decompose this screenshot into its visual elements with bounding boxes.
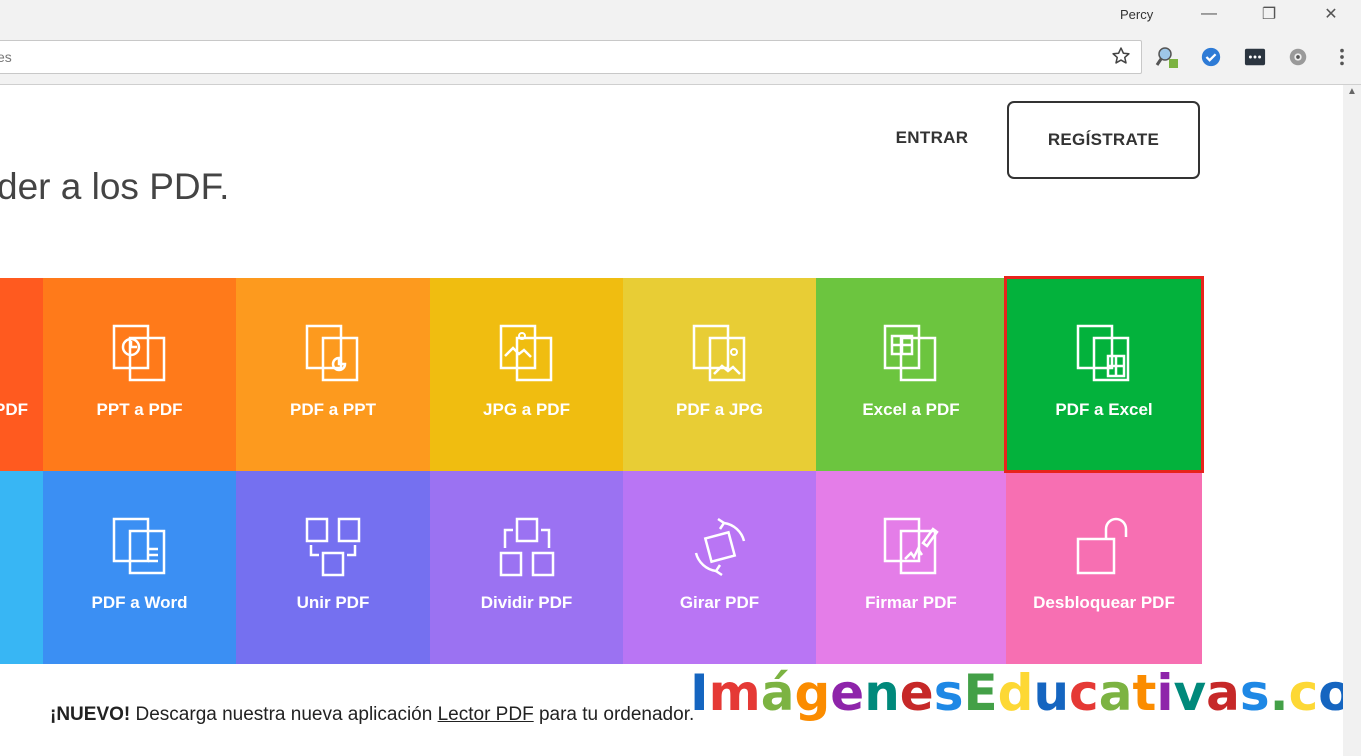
- tool-label: PDF a Excel: [1055, 400, 1153, 419]
- tool-label: PDF a PPT: [290, 400, 376, 419]
- tool-tile-girar-pdf[interactable]: Girar PDF: [623, 471, 816, 664]
- browser-toolbar: es: [0, 32, 1361, 85]
- profile-name[interactable]: Percy: [1120, 7, 1153, 22]
- tool-tile-jpg-a-pdf[interactable]: JPG a PDF: [430, 278, 623, 471]
- tool-tile-partial-row2[interactable]: [0, 471, 43, 664]
- extension-search-icon[interactable]: [1155, 45, 1179, 69]
- close-icon: ✕: [1324, 6, 1338, 23]
- ppt-to-pdf-icon: [112, 324, 165, 382]
- extension-check-icon[interactable]: [1199, 45, 1223, 69]
- minimize-icon: —: [1201, 5, 1217, 22]
- tool-label: Excel a PDF: [862, 400, 960, 419]
- address-bar-text: es: [0, 49, 12, 65]
- tool-tile-pdf-a-jpg[interactable]: PDF a JPG: [623, 278, 816, 471]
- tool-label: PDF a JPG: [676, 400, 763, 419]
- window-titlebar: Percy — ❐ ✕: [0, 0, 1361, 32]
- bookmark-star-icon[interactable]: [1109, 44, 1133, 68]
- tool-label: PPT a PDF: [96, 400, 183, 419]
- new-badge: ¡NUEVO!: [50, 704, 131, 725]
- watermark-letter: á: [760, 664, 795, 722]
- tool-label: JPG a PDF: [483, 400, 570, 419]
- tool-label: Girar PDF: [679, 593, 760, 612]
- tool-tile-dividir-pdf[interactable]: Dividir PDF: [430, 471, 623, 664]
- tool-label: Unir PDF: [296, 593, 370, 612]
- notice-text-after: para tu ordenador.: [533, 704, 695, 725]
- lector-pdf-link[interactable]: Lector PDF: [438, 704, 534, 725]
- pdf-to-excel-icon: [1076, 324, 1130, 382]
- watermark-letter: m: [708, 664, 761, 722]
- watermark-letter: I: [690, 664, 709, 722]
- close-button[interactable]: ✕: [1308, 0, 1354, 28]
- watermark-letter: E: [963, 664, 998, 722]
- scroll-up-arrow-icon[interactable]: ▲: [1346, 86, 1358, 100]
- tool-tile-pdf-a-ppt[interactable]: PDF a PPT: [236, 278, 430, 471]
- tool-tile-pdf-a-excel[interactable]: PDF a Excel: [1004, 276, 1204, 473]
- hero-headline: der a los PDF.: [0, 166, 230, 207]
- pdf-to-ppt-icon: [305, 324, 359, 382]
- watermark-letter: t: [1132, 664, 1157, 722]
- address-bar[interactable]: es: [0, 40, 1142, 74]
- extension-dots-icon[interactable]: [1243, 45, 1267, 69]
- watermark-letter: c: [1069, 664, 1099, 722]
- sign-pdf-icon: [883, 517, 939, 575]
- menu-kebab-icon[interactable]: [1330, 45, 1354, 69]
- tool-tile-firmar-pdf[interactable]: Firmar PDF: [816, 471, 1006, 664]
- watermark-letter: c: [1288, 664, 1319, 722]
- watermark-letter: e: [830, 664, 865, 722]
- watermark-letter: i: [1156, 664, 1174, 722]
- watermark-letter: .: [1269, 664, 1289, 722]
- minimize-button[interactable]: —: [1186, 0, 1232, 28]
- restore-icon: ❐: [1261, 6, 1277, 23]
- unlock-pdf-icon: [1076, 517, 1128, 575]
- extension-gear-icon[interactable]: [1286, 45, 1310, 69]
- tool-tile-desbloquear-pdf[interactable]: Desbloquear PDF: [1006, 471, 1202, 664]
- watermark-letter: d: [997, 664, 1034, 722]
- jpg-to-pdf-icon: [499, 324, 552, 382]
- tool-label: PDF: [0, 400, 28, 419]
- rotate-pdf-icon: [694, 517, 745, 577]
- watermark-letter: g: [794, 664, 831, 722]
- tool-label: PDF a Word: [91, 593, 188, 612]
- new-app-notice: ¡NUEVO! Descarga nuestra nueva aplicació…: [50, 704, 694, 726]
- tool-tile-partial-row1[interactable]: PDF: [0, 278, 43, 471]
- signup-button[interactable]: REGÍSTRATE: [1007, 101, 1200, 179]
- tool-tile-excel-a-pdf[interactable]: Excel a PDF: [816, 278, 1006, 471]
- pdf-to-word-icon: [112, 517, 165, 575]
- split-pdf-icon: [499, 517, 554, 577]
- tool-label: Firmar PDF: [865, 593, 957, 612]
- pdf-to-jpg-icon: [692, 324, 745, 382]
- excel-to-pdf-icon: [883, 324, 937, 382]
- merge-pdf-icon: [305, 517, 361, 577]
- tool-label: Dividir PDF: [480, 593, 573, 612]
- watermark-letter: u: [1033, 664, 1070, 722]
- watermark-logo: ImágenesEducativas.com: [690, 664, 1361, 728]
- tool-tile-unir-pdf[interactable]: Unir PDF: [236, 471, 430, 664]
- tool-tile-ppt-a-pdf[interactable]: PPT a PDF: [43, 278, 236, 471]
- tools-grid: PDF PPT a PDF PDF a PPT JPG a PDF: [0, 276, 1204, 664]
- watermark-letter: a: [1098, 664, 1133, 722]
- watermark-letter: n: [864, 664, 900, 722]
- restore-button[interactable]: ❐: [1246, 0, 1292, 28]
- watermark-letter: e: [899, 664, 934, 722]
- watermark-letter: s: [1239, 664, 1270, 722]
- page-scrollbar[interactable]: [1343, 85, 1361, 756]
- login-link[interactable]: ENTRAR: [880, 128, 984, 148]
- notice-text-before: Descarga nuestra nueva aplicación: [130, 704, 438, 725]
- watermark-letter: s: [933, 664, 964, 722]
- tool-tile-pdf-a-word[interactable]: PDF a Word: [43, 471, 236, 664]
- tool-label: Desbloquear PDF: [1033, 593, 1175, 612]
- watermark-letter: a: [1206, 664, 1240, 722]
- watermark-letter: v: [1173, 664, 1207, 722]
